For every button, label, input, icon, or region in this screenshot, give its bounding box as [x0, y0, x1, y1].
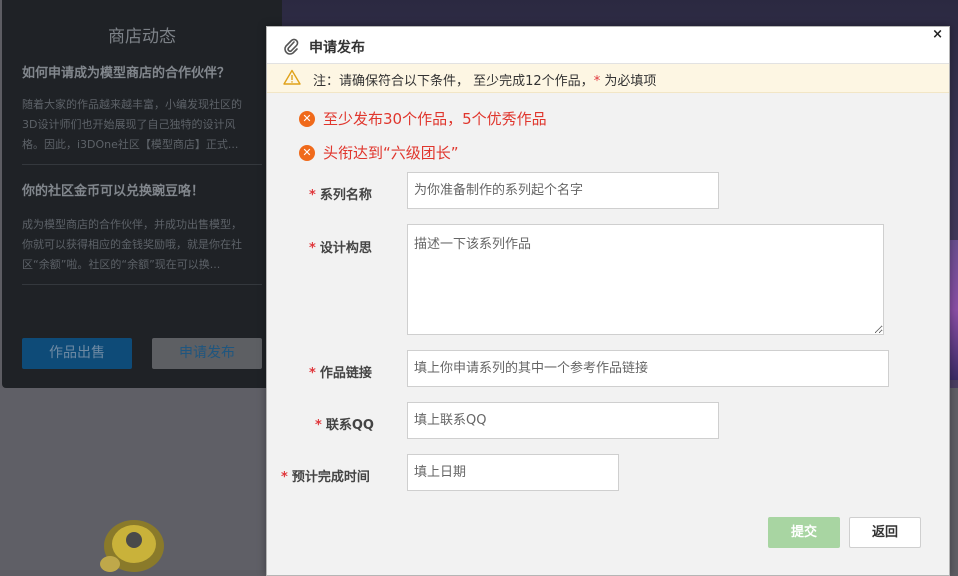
divider: [22, 284, 262, 285]
submit-button[interactable]: 提交: [768, 517, 840, 548]
design-concept-label: * 设计构思: [309, 237, 372, 256]
required-star: *: [281, 470, 288, 485]
requirement-text: 头衔达到“六级团长”: [323, 144, 459, 162]
required-star: *: [309, 188, 316, 203]
finish-date-input[interactable]: [407, 454, 619, 491]
article-title-partner[interactable]: 如何申请成为模型商店的合作伙伴？: [22, 62, 230, 81]
shop-news-panel: 商店动态 如何申请成为模型商店的合作伙伴？ 随着大家的作品越来越丰富，小编发现社…: [2, 0, 282, 388]
article-title-coins[interactable]: 你的社区金币可以兑换豌豆咯！: [22, 180, 204, 199]
notice-bar: 注：请确保符合以下条件， 至少完成12个作品，* 为必填项: [267, 64, 949, 93]
divider: [22, 164, 262, 165]
work-link-label: * 作品链接: [309, 362, 372, 381]
label-text: 联系QQ: [325, 418, 374, 433]
error-circle-icon: ✕: [299, 144, 315, 161]
shop-news-title: 商店动态: [108, 27, 176, 47]
apply-publish-button[interactable]: 申请发布: [152, 338, 262, 369]
required-star: *: [315, 418, 322, 433]
dialog-header: 申请发布 ×: [267, 27, 949, 64]
excerpt-line: 3D设计师们也开始展现了自己独特的设计风: [22, 118, 236, 131]
requirement-item: ✕ 头衔达到“六级团长”: [299, 142, 459, 164]
paperclip-icon: [284, 38, 299, 55]
notice-suffix: 为必填项: [600, 74, 657, 89]
notice-text: 注：请确保符合以下条件， 至少完成12个作品，* 为必填项: [313, 70, 656, 89]
design-concept-textarea[interactable]: [407, 224, 884, 335]
article-excerpt-partner: 随着大家的作品越来越丰富，小编发现社区的 3D设计师们也开始展现了自己独特的设计…: [22, 95, 264, 155]
back-button[interactable]: 返回: [849, 517, 921, 548]
requirement-item: ✕ 至少发布30个作品，5个优秀作品: [299, 108, 547, 130]
qq-input[interactable]: [407, 402, 719, 439]
series-name-input[interactable]: [407, 172, 719, 209]
qq-label: * 联系QQ: [315, 414, 374, 433]
dialog-title: 申请发布: [309, 40, 365, 56]
sell-work-button[interactable]: 作品出售: [22, 338, 132, 369]
error-circle-icon: ✕: [299, 110, 315, 127]
label-text: 预计完成时间: [291, 470, 370, 485]
article-excerpt-coins: 成为模型商店的合作伙伴，并成功出售模型， 你就可以获得相应的金钱奖励哦，就是你在…: [22, 215, 264, 275]
requirement-text: 至少发布30个作品，5个优秀作品: [323, 110, 547, 128]
required-star: *: [309, 241, 316, 256]
work-link-input[interactable]: [407, 350, 889, 387]
required-star: *: [309, 366, 316, 381]
label-text: 系列名称: [319, 188, 372, 203]
excerpt-line: 成为模型商店的合作伙伴，并成功出售模型，: [22, 218, 242, 231]
label-text: 设计构思: [319, 241, 372, 256]
excerpt-line: 随着大家的作品越来越丰富，小编发现社区的: [22, 98, 242, 111]
finish-date-label: * 预计完成时间: [281, 466, 370, 485]
close-icon[interactable]: ×: [932, 28, 943, 42]
excerpt-line: 格。因此，i3DOne社区【模型商店】正式...: [22, 138, 239, 151]
notice-prefix: 注：请确保符合以下条件， 至少完成12个作品，: [313, 74, 594, 89]
series-name-label: * 系列名称: [309, 184, 372, 203]
excerpt-line: 区“余额”啦。社区的“余额”现在可以换...: [22, 258, 221, 271]
warning-icon: [283, 69, 301, 85]
excerpt-line: 你就可以获得相应的金钱奖励哦，就是你在社: [22, 238, 242, 251]
apply-publish-dialog: 申请发布 × 注：请确保符合以下条件， 至少完成12个作品，* 为必填项 ✕ 至少…: [266, 26, 950, 576]
toy-figure-image: [100, 520, 164, 572]
label-text: 作品链接: [319, 366, 372, 381]
